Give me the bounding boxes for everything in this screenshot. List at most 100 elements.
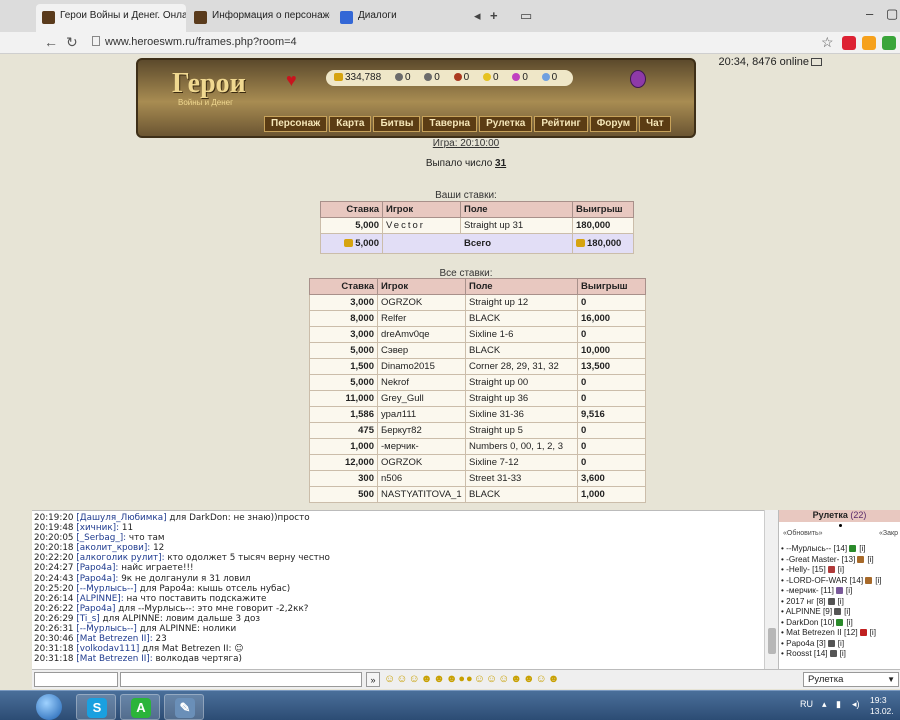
new-tab-icon[interactable]: + <box>490 8 498 23</box>
room-select[interactable]: Рулетка ▼ <box>803 672 899 687</box>
taskbar-app-a[interactable]: A <box>120 694 160 720</box>
chat-nick[interactable]: [--Мурлысь--] <box>76 624 137 634</box>
send-button[interactable]: » <box>366 672 380 687</box>
scrollbar-thumb[interactable] <box>768 628 776 654</box>
chat-nick[interactable]: [Ti_s] <box>76 614 99 624</box>
extension-red-icon[interactable] <box>842 36 856 50</box>
menu-character[interactable]: Персонаж <box>264 116 328 132</box>
player-cell[interactable]: dreAmv0qe <box>377 326 466 343</box>
chat-nick[interactable]: [Mat Betrezen II]: <box>76 654 152 664</box>
player-cell[interactable]: NASTYATITOVA_1 <box>377 486 466 503</box>
user-list-item[interactable]: • ALPINNE [9] [i] <box>779 607 900 618</box>
menu-chat[interactable]: Чат <box>639 116 671 132</box>
health-heart-icon[interactable]: ♥ <box>286 70 297 91</box>
chat-scrollbar[interactable] <box>764 510 778 669</box>
player-cell[interactable]: Grey_Gull <box>377 390 466 407</box>
user-list-item[interactable]: • Roosst [14] [i] <box>779 649 900 660</box>
chat-nick[interactable]: [volkodav111] <box>76 644 139 654</box>
player-cell[interactable]: урал111 <box>377 406 466 423</box>
user-list-item[interactable]: • -LORD-OF-WAR [14] [i] <box>779 576 900 587</box>
address-bar[interactable]: www.heroeswm.ru/frames.php?room=4 <box>92 36 297 48</box>
user-info-link[interactable]: [i] <box>875 576 881 585</box>
player-cell[interactable]: Relfer <box>377 310 466 327</box>
reload-icon[interactable]: ↻ <box>66 34 78 51</box>
player-cell[interactable]: Vector <box>382 217 461 234</box>
player-cell[interactable]: Dinamo2015 <box>377 358 466 375</box>
mana-flask-icon[interactable] <box>630 70 646 88</box>
tab-overview-icon[interactable]: ▭ <box>520 8 532 24</box>
user-list-item[interactable]: • Papo4a [3] [i] <box>779 639 900 650</box>
minimize-icon[interactable]: – <box>866 6 873 21</box>
user-name[interactable]: Papo4a [3] <box>786 639 826 648</box>
player-cell[interactable]: Nekrof <box>377 374 466 391</box>
user-info-link[interactable]: [i] <box>838 565 844 574</box>
chat-recipient-input[interactable] <box>34 672 118 687</box>
close-link[interactable]: «Закр <box>879 530 898 537</box>
volume-icon[interactable]: ◂) <box>852 699 860 710</box>
smiley-bar[interactable]: ☺☺☺☻☻☻●●☺☺☺☻☻☺☻ <box>384 673 560 685</box>
user-list-item[interactable]: • -Helly- [15] [i] <box>779 565 900 576</box>
game-logo[interactable]: Герои <box>172 68 246 100</box>
user-info-link[interactable]: [i] <box>840 649 846 658</box>
player-cell[interactable]: OGRZOK <box>377 294 466 311</box>
start-button[interactable] <box>36 694 62 720</box>
game-link[interactable]: Игра: 20:10:00 <box>32 138 900 149</box>
user-name[interactable]: DarkDon [10] <box>786 618 834 627</box>
maximize-icon[interactable]: ▢ <box>886 6 898 22</box>
chat-nick[interactable]: [хичник]: <box>76 523 119 533</box>
user-info-link[interactable]: [i] <box>838 597 844 606</box>
back-icon[interactable]: ← <box>44 34 58 50</box>
user-list-item[interactable]: • -мерчик- [11] [i] <box>779 586 900 597</box>
refresh-link[interactable]: «Обновить» <box>783 530 822 537</box>
mail-icon[interactable] <box>811 58 822 66</box>
chat-nick[interactable]: [алкоголик рулит]: <box>76 553 164 563</box>
player-cell[interactable]: Сэвер <box>377 342 466 359</box>
user-name[interactable]: --Мурлысь-- [14] <box>786 544 847 553</box>
menu-forum[interactable]: Форум <box>589 116 638 132</box>
user-list-item[interactable]: • 2017 нг [8] [i] <box>779 597 900 608</box>
chat-nick[interactable]: [аколит_крови]: <box>76 543 150 553</box>
menu-battles[interactable]: Битвы <box>373 116 421 132</box>
chat-nick[interactable]: [Дашуля_Любимка] <box>76 513 166 523</box>
sound-icon[interactable]: ◂ <box>474 8 481 24</box>
chat-message-input[interactable] <box>120 672 362 687</box>
chat-nick[interactable]: [Mat Betrezen II]: <box>76 634 152 644</box>
user-name[interactable]: -Great Master- [13] <box>786 555 855 564</box>
chat-nick[interactable]: [_Serbag_]: <box>76 533 126 543</box>
tray-arrow-icon[interactable]: ▴ <box>822 699 827 710</box>
user-info-link[interactable]: [i] <box>838 639 844 648</box>
user-list-item[interactable]: • Mat Betrezen II [12] [i] <box>779 628 900 639</box>
chat-nick[interactable]: [ALPINNE]: <box>76 594 123 604</box>
language-indicator[interactable]: RU <box>800 699 813 709</box>
extension-orange-icon[interactable] <box>862 36 876 50</box>
user-info-link[interactable]: [i] <box>867 555 873 564</box>
user-name[interactable]: -Helly- [15] <box>786 565 826 574</box>
menu-map[interactable]: Карта <box>329 116 372 132</box>
user-name[interactable]: Roosst [14] <box>786 649 827 658</box>
user-info-link[interactable]: [i] <box>844 607 850 616</box>
network-icon[interactable]: ▮ <box>836 699 841 710</box>
user-info-link[interactable]: [i] <box>870 628 876 637</box>
user-name[interactable]: -LORD-OF-WAR [14] <box>786 576 863 585</box>
user-info-link[interactable]: [i] <box>859 544 865 553</box>
tab-dialogs[interactable]: Диалоги <box>334 4 484 32</box>
user-name[interactable]: Mat Betrezen II [12] <box>786 628 857 637</box>
taskbar-clock[interactable]: 19:3 13.02. <box>870 695 894 717</box>
chat-nick[interactable]: [Papo4a]: <box>76 574 118 584</box>
menu-rating[interactable]: Рейтинг <box>534 116 588 132</box>
user-name[interactable]: 2017 нг [8] <box>786 597 825 606</box>
menu-tavern[interactable]: Таверна <box>422 116 478 132</box>
player-cell[interactable]: Беркут82 <box>377 422 466 439</box>
user-list-item[interactable]: • -Great Master- [13] [i] <box>779 555 900 566</box>
taskbar-skype[interactable]: S <box>76 694 116 720</box>
user-name[interactable]: ALPINNE [9] <box>786 607 832 616</box>
user-info-link[interactable]: [i] <box>846 586 852 595</box>
player-cell[interactable]: OGRZOK <box>377 454 466 471</box>
bookmark-star-icon[interactable]: ☆ <box>821 34 834 51</box>
player-cell[interactable]: -мерчик- <box>377 438 466 455</box>
user-name[interactable]: -мерчик- [11] <box>786 586 834 595</box>
menu-roulette[interactable]: Рулетка <box>479 116 533 132</box>
tab-heroes[interactable]: Герои Войны и Денег. Онлайн <box>36 4 186 32</box>
chat-nick[interactable]: [Papo4a]: <box>76 563 118 573</box>
taskbar-browser[interactable]: ✎ <box>164 694 204 720</box>
